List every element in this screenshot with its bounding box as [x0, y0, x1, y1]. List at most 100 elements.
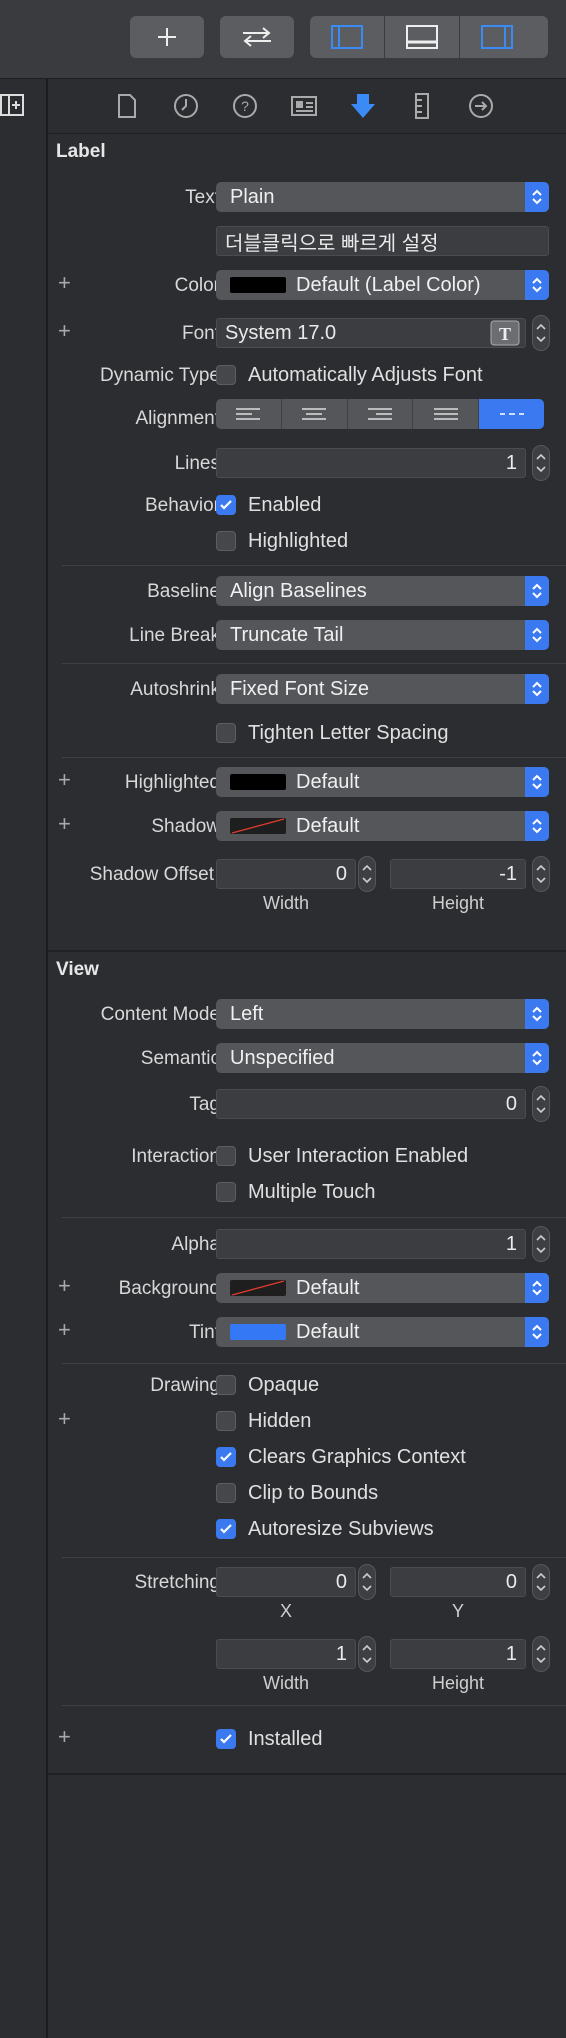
align-center-button[interactable] [282, 399, 348, 429]
text-type-popup[interactable]: Plain [216, 182, 549, 212]
add-button[interactable] [130, 16, 204, 58]
tab-size[interactable] [407, 91, 437, 121]
height-caption: Height [431, 1673, 485, 1693]
multiple-touch-checkbox[interactable] [216, 1182, 236, 1202]
highlighted-color-popup[interactable]: Default [216, 767, 549, 797]
align-right-icon [367, 408, 392, 420]
library-icon[interactable] [0, 93, 24, 117]
color-swatch [230, 277, 286, 293]
highlighted-text: Highlighted [248, 530, 349, 552]
installed-text: Installed [248, 1728, 323, 1750]
popup-arrows-icon [525, 1317, 549, 1347]
tag-value: 0 [505, 1092, 517, 1115]
add-tint-variation-icon[interactable]: + [58, 1319, 71, 1341]
font-size-stepper[interactable] [532, 315, 550, 351]
font-picker-icon[interactable]: T [490, 320, 520, 346]
align-natural-button[interactable] [479, 399, 544, 429]
align-left-button[interactable] [216, 399, 282, 429]
user-interaction-checkbox[interactable] [216, 1146, 236, 1166]
left-panel-button[interactable] [310, 16, 385, 58]
line-break-popup[interactable]: Truncate Tail [216, 620, 549, 650]
popup-arrows-icon [525, 620, 549, 650]
shadow-popup[interactable]: Default [216, 811, 549, 841]
tab-identity[interactable] [289, 91, 319, 121]
alpha-label: Alpha [171, 1234, 220, 1255]
checkmark-icon [220, 1452, 232, 1462]
add-font-variation-icon[interactable]: + [58, 320, 71, 342]
stretch-width-field[interactable]: 1 [216, 1639, 356, 1669]
font-field[interactable]: System 17.0 [216, 318, 526, 348]
add-background-variation-icon[interactable]: + [58, 1275, 71, 1297]
add-color-variation-icon[interactable]: + [58, 272, 71, 294]
hidden-checkbox[interactable] [216, 1411, 236, 1431]
add-installed-variation-icon[interactable]: + [58, 1726, 71, 1748]
text-content-field[interactable]: 더블클릭으로 빠르게 설정 [216, 226, 549, 256]
stretch-y-field[interactable]: 0 [390, 1567, 526, 1597]
tab-attributes[interactable] [348, 91, 378, 121]
baseline-popup[interactable]: Align Baselines [216, 576, 549, 606]
bottom-panel-button[interactable] [385, 16, 460, 58]
x-caption: X [279, 1601, 292, 1621]
left-gutter [0, 79, 48, 2038]
content-mode-popup[interactable]: Left [216, 999, 549, 1029]
view-section-title: View [56, 959, 99, 980]
tag-stepper[interactable] [532, 1086, 550, 1122]
auto-adjusts-font-checkbox[interactable] [216, 365, 236, 385]
baseline-label: Baseline [147, 581, 220, 602]
add-shadow-variation-icon[interactable]: + [58, 813, 71, 835]
stretch-height-field[interactable]: 1 [390, 1639, 526, 1669]
svg-text:T: T [499, 324, 511, 344]
alpha-stepper[interactable] [532, 1226, 550, 1262]
tab-history[interactable] [171, 91, 201, 121]
semantic-popup[interactable]: Unspecified [216, 1043, 549, 1073]
align-right-button[interactable] [348, 399, 414, 429]
installed-checkbox[interactable] [216, 1729, 236, 1749]
lines-stepper[interactable] [532, 445, 550, 481]
highlighted-checkbox[interactable] [216, 531, 236, 551]
right-panel-icon [481, 25, 513, 49]
lines-field[interactable]: 1 [216, 448, 526, 478]
tab-file[interactable] [112, 91, 142, 121]
clip-to-bounds-checkbox[interactable] [216, 1483, 236, 1503]
semantic-label: Semantic [140, 1048, 220, 1069]
tab-connections[interactable] [466, 91, 496, 121]
shadow-offset-label: Shadow Offset [89, 864, 214, 885]
color-popup[interactable]: Default (Label Color) [216, 270, 549, 300]
clears-graphics-checkbox[interactable] [216, 1447, 236, 1467]
stretch-y-stepper[interactable] [532, 1564, 550, 1600]
shadow-width-stepper[interactable] [358, 856, 376, 892]
text-type-value: Plain [230, 185, 275, 208]
font-label: Font [181, 323, 220, 344]
align-justify-button[interactable] [413, 399, 480, 429]
swap-arrows-icon [243, 27, 271, 47]
swap-button[interactable] [220, 16, 294, 58]
tighten-spacing-checkbox[interactable] [216, 723, 236, 743]
enabled-checkbox[interactable] [216, 495, 236, 515]
add-highlighted-variation-icon[interactable]: + [58, 769, 71, 791]
opaque-checkbox[interactable] [216, 1375, 236, 1395]
autoresize-checkbox[interactable] [216, 1519, 236, 1539]
text-content-value: 더블클릭으로 빠르게 설정 [225, 232, 439, 255]
add-hidden-variation-icon[interactable]: + [58, 1408, 71, 1430]
tag-field[interactable]: 0 [216, 1089, 526, 1119]
popup-arrows-icon [525, 576, 549, 606]
stretch-x-field[interactable]: 0 [216, 1567, 356, 1597]
stretch-y-value: 0 [505, 1570, 517, 1593]
right-panel-button[interactable] [460, 16, 534, 58]
background-popup[interactable]: Default [216, 1273, 549, 1303]
stretch-x-stepper[interactable] [358, 1564, 376, 1600]
autoshrink-popup[interactable]: Fixed Font Size [216, 674, 549, 704]
shadow-offset-width-field[interactable]: 0 [216, 859, 356, 889]
stretch-height-stepper[interactable] [532, 1636, 550, 1672]
tab-quick-help[interactable]: ? [230, 91, 260, 121]
shadow-value: Default [296, 814, 360, 837]
color-value: Default (Label Color) [296, 273, 481, 296]
inspector-tabs: ? [48, 79, 566, 134]
shadow-offset-height-field[interactable]: -1 [390, 859, 526, 889]
stretch-width-stepper[interactable] [358, 1636, 376, 1672]
divider [62, 757, 566, 758]
alpha-field[interactable]: 1 [216, 1229, 526, 1259]
panel-toggle-group [310, 16, 548, 58]
shadow-height-stepper[interactable] [532, 856, 550, 892]
tint-popup[interactable]: Default [216, 1317, 549, 1347]
